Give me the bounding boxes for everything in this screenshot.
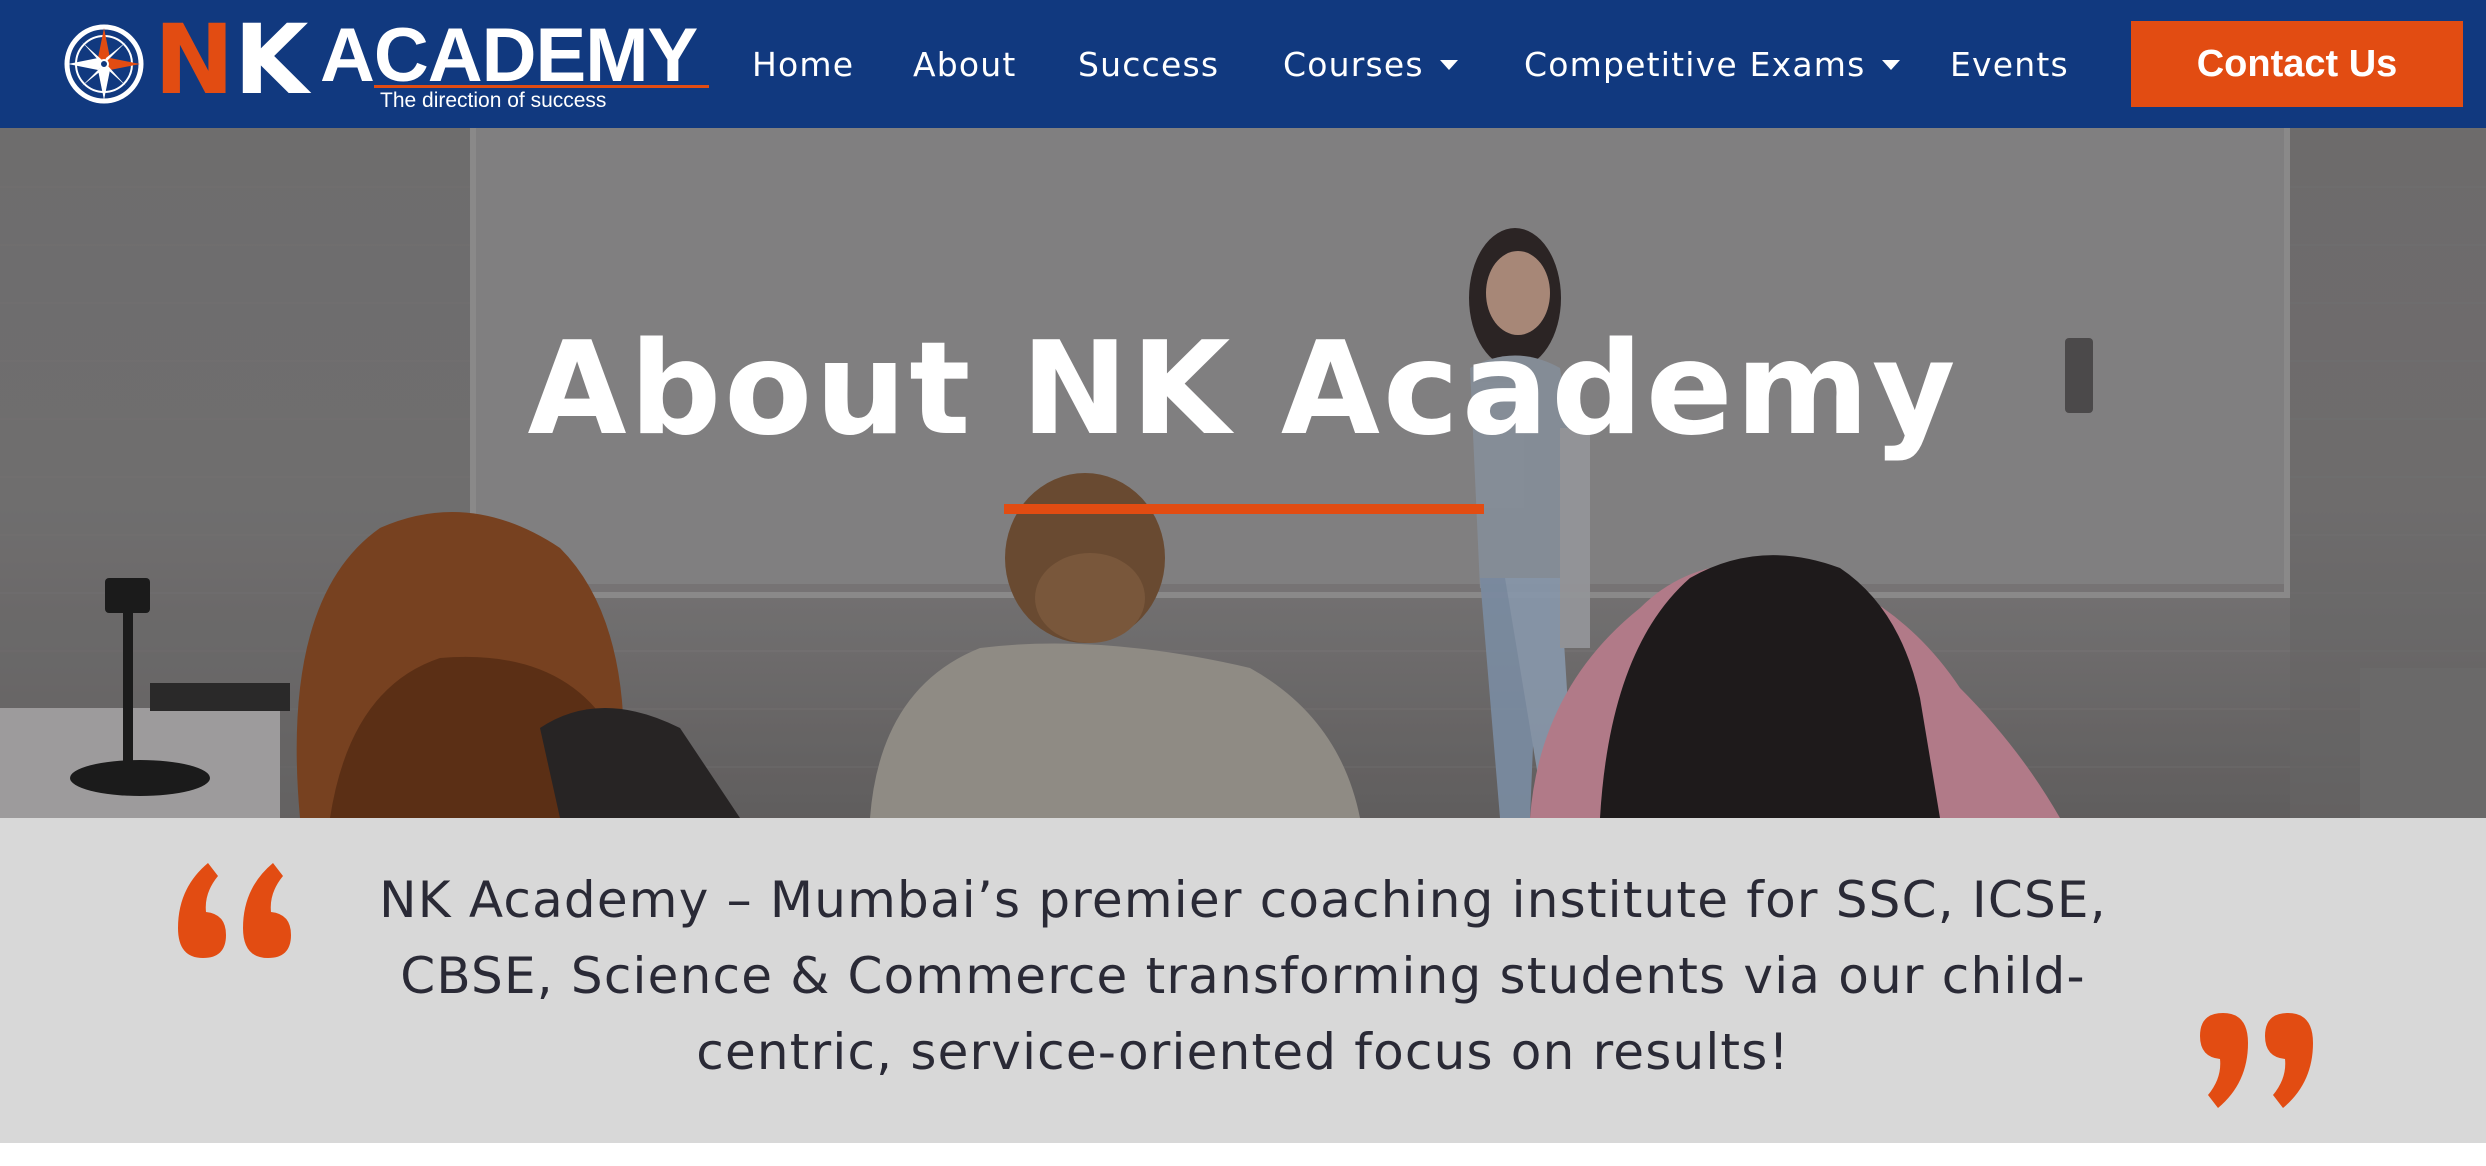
contact-us-button[interactable]: Contact Us bbox=[2131, 21, 2463, 107]
quote-open-icon bbox=[178, 863, 291, 958]
hero-banner: About NK Academy bbox=[0, 128, 2486, 818]
main-nav: Home About Success Courses Competitive E… bbox=[0, 0, 2486, 128]
nav-item-competitive-exams[interactable]: Competitive Exams bbox=[1524, 44, 1900, 84]
nav-item-home[interactable]: Home bbox=[752, 44, 854, 84]
nav-item-about[interactable]: About bbox=[913, 44, 1017, 84]
nav-item-label: Courses bbox=[1283, 44, 1424, 84]
quote-text: NK Academy – Mumbai’s premier coaching i… bbox=[379, 871, 2107, 1081]
nav-item-label: Competitive Exams bbox=[1524, 44, 1866, 84]
page-title: About NK Academy bbox=[527, 315, 1959, 464]
nav-item-success[interactable]: Success bbox=[1078, 44, 1219, 84]
title-underline bbox=[1004, 504, 1484, 514]
hero-overlay bbox=[0, 128, 2486, 818]
nav-item-label: Home bbox=[752, 44, 855, 84]
nav-item-label: Success bbox=[1078, 44, 1220, 84]
navbar: N K ACADEMY The direction of success Hom… bbox=[0, 0, 2486, 128]
nav-item-label: Events bbox=[1950, 44, 2069, 84]
nav-item-label: About bbox=[913, 44, 1017, 84]
nav-item-courses[interactable]: Courses bbox=[1283, 44, 1458, 84]
caret-down-icon bbox=[1881, 60, 1900, 70]
mission-quote: NK Academy – Mumbai’s premier coaching i… bbox=[0, 818, 2486, 1143]
nav-item-events[interactable]: Events bbox=[1950, 44, 2069, 84]
quote-close-icon bbox=[2200, 1013, 2313, 1108]
caret-down-icon bbox=[1439, 60, 1458, 70]
